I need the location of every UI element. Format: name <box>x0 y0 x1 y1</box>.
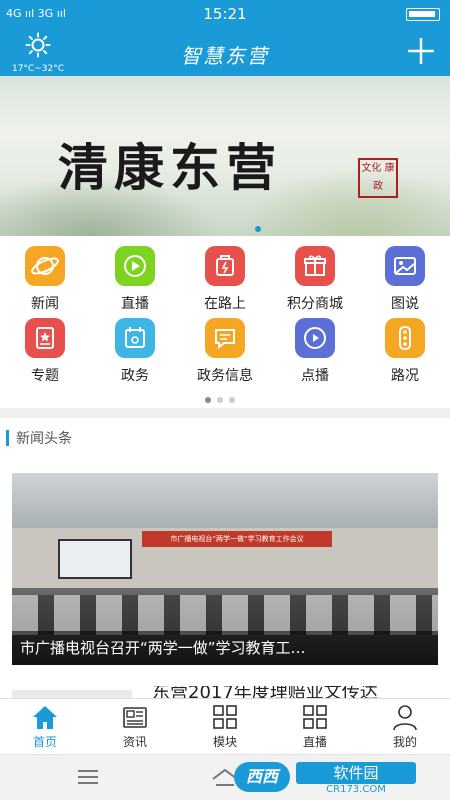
tab-live[interactable]: 直播 <box>270 703 360 750</box>
app-header: 17°C~32°C 智慧东营 <box>0 28 450 76</box>
news-thumbnail <box>12 690 132 698</box>
bookmark-icon <box>25 318 65 358</box>
play-icon <box>115 246 155 286</box>
banner-seal: 文化 康政 <box>358 158 398 198</box>
grid-item-topics[interactable]: 专题 <box>0 312 90 384</box>
grid-item-label: 在路上 <box>204 296 246 312</box>
grid-item-label: 点播 <box>301 368 329 384</box>
feature-grid: 新闻 直播 在路上 积分商城 图说 专题 政务 政务信息 点播 路况 <box>0 240 450 400</box>
tab-home[interactable]: 首页 <box>0 703 90 750</box>
calendar-icon <box>115 318 155 358</box>
grid-item-label: 政务信息 <box>197 368 253 384</box>
page-dot <box>217 397 223 403</box>
clock-play-icon <box>295 318 335 358</box>
grid-item-traffic[interactable]: 路况 <box>360 312 450 384</box>
bag-icon <box>205 246 245 286</box>
grid-page-indicator <box>205 388 241 407</box>
page-dot <box>229 397 235 403</box>
tab-label: 首页 <box>32 735 57 749</box>
photo-screen <box>58 539 132 579</box>
tab-label: 资讯 <box>122 735 147 749</box>
tab-label: 模块 <box>212 735 237 749</box>
clock: 15:21 <box>203 5 247 23</box>
watermark-url: CR173.COM <box>326 784 386 795</box>
battery-icon <box>406 8 440 21</box>
photo-seat-rows <box>12 595 438 635</box>
photo-ceiling <box>12 473 438 528</box>
message-icon <box>205 318 245 358</box>
grid-icon <box>303 705 327 729</box>
watermark: 西西 软件园 CR173.COM <box>234 754 434 800</box>
news-title: 东营2017年度理赔业文传达 <box>152 686 378 698</box>
banner-title: 清康东营 <box>58 138 282 197</box>
grid-item-label: 专题 <box>31 368 59 384</box>
tab-modules[interactable]: 模块 <box>180 703 270 750</box>
grid-item-on-the-road[interactable]: 在路上 <box>180 240 270 312</box>
grid-item-government[interactable]: 政务 <box>90 312 180 384</box>
section-divider <box>0 408 450 418</box>
headline-caption: 市广播电视台召开“两学一做”学习教育工… <box>12 631 438 665</box>
status-bar: 4G ııl 3G ııl 15:21 <box>0 0 450 28</box>
grid-item-label: 直播 <box>121 296 149 312</box>
tab-news[interactable]: 资讯 <box>90 703 180 750</box>
app-title: 智慧东营 <box>181 44 269 68</box>
grid-item-government-info[interactable]: 政务信息 <box>180 312 270 384</box>
carousel-indicator <box>255 226 261 232</box>
menu-icon[interactable] <box>76 767 100 787</box>
grid-item-news[interactable]: 新闻 <box>0 240 90 312</box>
bottom-tab-bar: 首页 资讯 模块 直播 我的 <box>0 698 450 754</box>
banner-carousel[interactable]: 清康东营 文化 康政 <box>0 76 450 236</box>
page-dot <box>205 397 211 403</box>
grid-item-points-mall[interactable]: 积分商城 <box>270 240 360 312</box>
headline-news-card[interactable]: 市广播电视台“两学一做”学习教育工作会议 市广播电视台召开“两学一做”学习教育工… <box>12 473 438 665</box>
home-icon <box>33 706 57 729</box>
watermark-name: 软件园 <box>296 762 416 784</box>
grid-item-label: 图说 <box>391 296 419 312</box>
tab-me[interactable]: 我的 <box>360 703 450 750</box>
grid-item-label: 路况 <box>391 368 419 384</box>
grid-item-on-demand[interactable]: 点播 <box>270 312 360 384</box>
grid-item-label: 新闻 <box>31 296 59 312</box>
newspaper-icon <box>123 707 147 728</box>
user-icon <box>393 705 417 731</box>
section-accent-bar <box>6 430 9 446</box>
grid-item-picture-talk[interactable]: 图说 <box>360 240 450 312</box>
section-title: 新闻头条 <box>16 431 72 447</box>
news-list-item[interactable]: 东营2017年度理赔业文传达 <box>12 686 438 698</box>
tab-label: 直播 <box>302 735 327 749</box>
photo-stage-banner: 市广播电视台“两学一做”学习教育工作会议 <box>142 531 332 547</box>
add-icon[interactable] <box>406 36 436 66</box>
grid-item-label: 政务 <box>121 368 149 384</box>
grid-item-live[interactable]: 直播 <box>90 240 180 312</box>
planet-icon <box>25 246 65 286</box>
picture-icon <box>385 246 425 286</box>
tab-label: 我的 <box>392 735 417 749</box>
traffic-light-icon <box>385 318 425 358</box>
grid-icon <box>213 705 237 729</box>
gift-icon <box>295 246 335 286</box>
watermark-logo: 西西 <box>234 762 290 792</box>
grid-item-label: 积分商城 <box>287 296 343 312</box>
